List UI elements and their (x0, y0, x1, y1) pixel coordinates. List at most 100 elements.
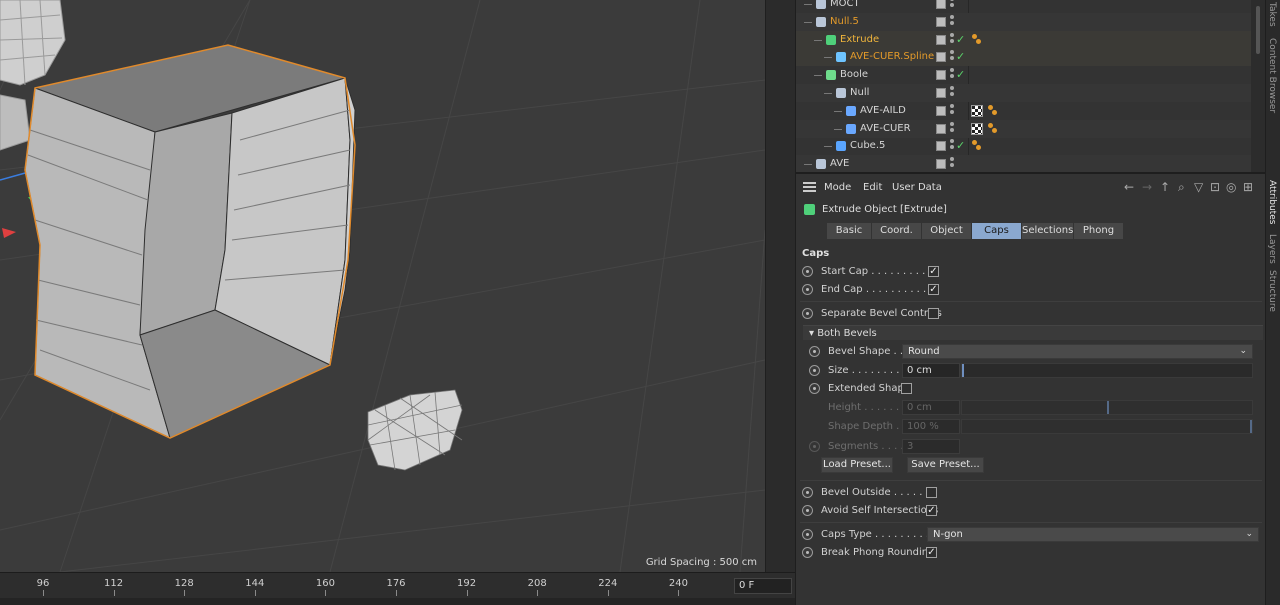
break-phong-checkbox[interactable]: ✓ (926, 547, 937, 558)
tab-takes[interactable]: Takes (1267, 2, 1277, 27)
object-name[interactable]: AVE-CUER.Spline (850, 48, 934, 66)
enabled-check-icon[interactable]: ✓ (956, 66, 965, 84)
object-name[interactable]: AVE-AILD (860, 102, 906, 120)
bevel-shape-dropdown[interactable]: Round ⌄ (902, 344, 1253, 359)
visibility-dots-icon[interactable] (950, 86, 954, 100)
visibility-dots-icon[interactable] (950, 103, 954, 118)
hamburger-menu-icon[interactable] (803, 182, 816, 192)
object-row[interactable]: AVE-CUER (796, 119, 1251, 138)
lock-icon[interactable]: ⊡ (1210, 181, 1220, 193)
keyframe-radio-icon[interactable] (802, 308, 813, 319)
tab-selections[interactable]: Selections (1022, 223, 1074, 239)
menu-edit[interactable]: Edit (863, 182, 882, 193)
timeline[interactable]: 96 112 128 144 160 176 192 208 224 240 0 F (0, 572, 795, 605)
size-slider[interactable] (961, 363, 1253, 378)
end-cap-checkbox[interactable]: ✓ (928, 284, 939, 295)
viewport-scene[interactable] (0, 0, 765, 572)
tab-caps[interactable]: Caps (972, 223, 1022, 239)
object-name[interactable]: AVE (830, 155, 849, 172)
layer-box-icon[interactable] (936, 159, 946, 170)
object-row[interactable]: Null.5 (796, 12, 1251, 31)
save-preset-button[interactable]: Save Preset... (907, 457, 984, 473)
tab-basic[interactable]: Basic (827, 223, 872, 239)
object-name[interactable]: Extrude (840, 31, 879, 49)
layer-box-icon[interactable] (936, 88, 946, 98)
object-manager[interactable]: MOCT Null.5 Extrude ✓ AVE-CUER.Spline ✓ Boole ✓… (795, 0, 1265, 172)
tab-object[interactable]: Object (922, 223, 972, 239)
object-row[interactable]: AVE-AILD (796, 102, 1251, 120)
keyframe-radio-icon[interactable] (802, 505, 813, 516)
avoid-self-checkbox[interactable]: ✓ (926, 505, 937, 516)
keyframe-radio-icon[interactable] (802, 487, 813, 498)
up-arrow-icon[interactable]: ↑ (1160, 181, 1170, 193)
back-arrow-icon[interactable]: ← (1124, 181, 1134, 193)
object-row[interactable]: MOCT (796, 0, 1251, 13)
object-name[interactable]: AVE-CUER (860, 120, 911, 138)
size-field[interactable]: 0 cm (902, 363, 960, 378)
enabled-check-icon[interactable]: ✓ (956, 31, 965, 49)
visibility-dots-icon[interactable] (950, 157, 954, 171)
attribute-manager[interactable]: Mode Edit User Data ← → ↑ ⌕ ▽ ⊡ ◎ ⊞ Extr… (795, 172, 1265, 605)
both-bevels-group[interactable]: ▾ Both Bevels (803, 325, 1263, 340)
tab-phong[interactable]: Phong (1074, 223, 1124, 239)
object-name[interactable]: Boole (840, 66, 868, 84)
enabled-check-icon[interactable]: ✓ (956, 137, 965, 155)
menu-user-data[interactable]: User Data (892, 182, 942, 193)
object-manager-scrollbar[interactable] (1251, 0, 1265, 172)
timeline-ruler[interactable]: 96 112 128 144 160 176 192 208 224 240 (0, 573, 730, 597)
visibility-dots-icon[interactable] (950, 139, 954, 153)
visibility-dots-icon[interactable] (950, 68, 954, 82)
enabled-check-icon[interactable]: ✓ (956, 48, 965, 66)
object-row[interactable]: AVE-CUER.Spline ✓ (796, 48, 1251, 67)
layer-box-icon[interactable] (936, 70, 946, 81)
tag-dot-icon[interactable] (992, 109, 997, 115)
tag-dot-icon[interactable] (988, 104, 993, 110)
object-row[interactable]: Cube.5 ✓ (796, 137, 1251, 155)
extended-shape-checkbox[interactable] (901, 383, 912, 394)
tag-dot-icon[interactable] (988, 122, 993, 128)
filter-icon[interactable]: ▽ (1194, 181, 1203, 193)
tab-coord[interactable]: Coord. (872, 223, 922, 239)
tab-structure[interactable]: Structure (1267, 270, 1277, 312)
material-tag-icon[interactable] (971, 122, 983, 135)
keyframe-radio-icon[interactable] (802, 547, 813, 558)
object-row[interactable]: AVE (796, 155, 1251, 172)
layer-box-icon[interactable] (936, 34, 946, 45)
tab-attributes[interactable]: Attributes (1267, 180, 1277, 224)
material-tag-icon[interactable] (971, 104, 983, 117)
keyframe-radio-icon[interactable] (802, 266, 813, 277)
visibility-dots-icon[interactable] (950, 50, 954, 64)
keyframe-radio-icon[interactable] (809, 346, 820, 357)
layer-box-icon[interactable] (936, 0, 946, 9)
layer-box-icon[interactable] (936, 105, 946, 116)
object-name[interactable]: Null (850, 84, 869, 102)
search-icon[interactable]: ⌕ (1178, 181, 1185, 193)
menu-mode[interactable]: Mode (824, 182, 851, 193)
separate-bevel-checkbox[interactable] (928, 308, 939, 319)
object-row[interactable]: Boole ✓ (796, 66, 1251, 84)
visibility-dots-icon[interactable] (950, 14, 954, 29)
bevel-outside-checkbox[interactable] (926, 487, 937, 498)
keyframe-radio-icon[interactable] (809, 365, 820, 376)
target-icon[interactable]: ◎ (1226, 181, 1236, 193)
tag-dot-icon[interactable] (992, 127, 997, 133)
load-preset-button[interactable]: Load Preset... (821, 457, 893, 473)
visibility-dots-icon[interactable] (950, 121, 954, 136)
side-tabs[interactable]: Takes Content Browser Attributes Layers … (1265, 0, 1280, 605)
forward-arrow-icon[interactable]: → (1142, 181, 1152, 193)
keyframe-radio-icon[interactable] (802, 529, 813, 540)
object-name[interactable]: Null.5 (830, 13, 859, 31)
tag-dot-icon[interactable] (976, 38, 981, 44)
object-row[interactable]: Extrude ✓ (796, 30, 1251, 49)
new-panel-icon[interactable]: ⊞ (1243, 181, 1253, 193)
object-name[interactable]: Cube.5 (850, 137, 885, 155)
layer-box-icon[interactable] (936, 16, 946, 27)
keyframe-radio-icon[interactable] (802, 284, 813, 295)
visibility-dots-icon[interactable] (950, 32, 954, 47)
visibility-dots-icon[interactable] (950, 0, 954, 11)
tag-dot-icon[interactable] (976, 145, 981, 151)
3d-viewport[interactable]: Grid Spacing : 500 cm (0, 0, 765, 572)
keyframe-radio-icon[interactable] (809, 383, 820, 394)
tab-layers[interactable]: Layers (1267, 234, 1277, 264)
tag-dot-icon[interactable] (972, 33, 977, 39)
